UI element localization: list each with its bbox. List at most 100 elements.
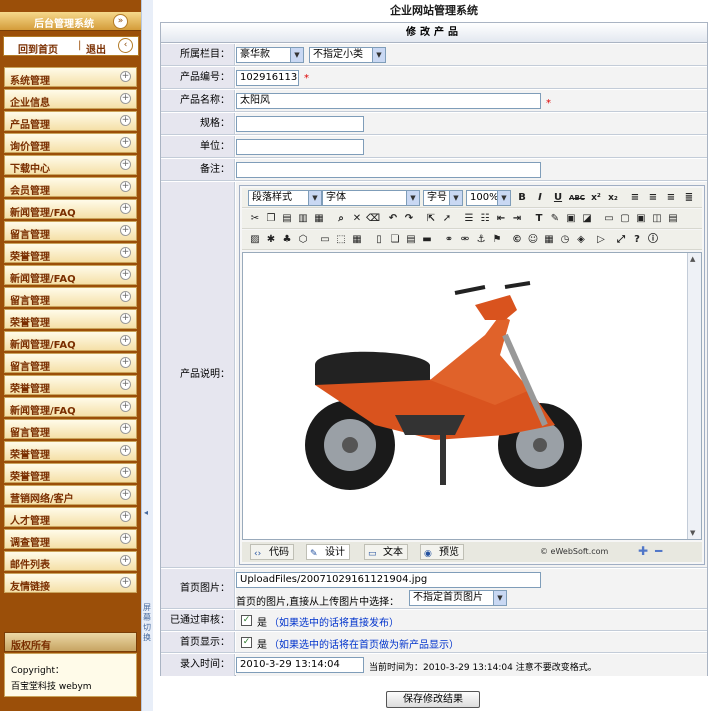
sidebar-menu-item[interactable]: 荣誉管理 + [4, 463, 137, 483]
expand-plus-icon[interactable]: + [120, 115, 131, 126]
zoom-select[interactable]: 100% ▼ [466, 190, 511, 206]
home-image-input[interactable]: UploadFiles/20071029161121904.jpg [236, 572, 541, 588]
insert-time-icon[interactable]: ◷ [558, 233, 572, 247]
about-icon[interactable]: ⓘ [646, 233, 660, 247]
cut-icon[interactable]: ✂ [248, 212, 262, 226]
insert-div-icon[interactable]: ⬚ [334, 233, 348, 247]
expand-plus-icon[interactable]: + [120, 225, 131, 236]
insert-date-icon[interactable]: ▦ [542, 233, 556, 247]
sidebar-menu-item[interactable]: 产品管理 + [4, 111, 137, 131]
superscript-icon[interactable]: x² [589, 191, 603, 205]
font-size-select[interactable]: 字号 ▼ [423, 190, 463, 206]
layer-icon[interactable]: ▣ [634, 212, 648, 226]
expand-plus-icon[interactable]: + [120, 203, 131, 214]
sidebar-menu-item[interactable]: 荣誉管理 + [4, 243, 137, 263]
expand-plus-icon[interactable]: + [120, 71, 131, 82]
sidebar-menu-item[interactable]: 询价管理 + [4, 133, 137, 153]
insert-grid-icon[interactable]: ▦ [350, 233, 364, 247]
expand-plus-icon[interactable]: + [120, 423, 131, 434]
bold-icon[interactable]: B [515, 191, 529, 205]
preview-mode-tab[interactable]: ◉ 预览 [420, 544, 464, 560]
expand-plus-icon[interactable]: + [120, 555, 131, 566]
editor-scrollbar[interactable]: ▲ ▼ [687, 253, 701, 539]
undo-icon[interactable]: ↶ [386, 212, 400, 226]
home-image-select[interactable]: 不指定首页图片 ▼ [409, 590, 507, 606]
align-right-icon[interactable]: ≡ [664, 191, 678, 205]
paste-text-icon[interactable]: ▥ [296, 212, 310, 226]
expand-plus-icon[interactable]: + [120, 577, 131, 588]
subscript-icon[interactable]: x₂ [606, 191, 620, 205]
expand-plus-icon[interactable]: + [120, 137, 131, 148]
sidebar-menu-item[interactable]: 营销网络/客户 + [4, 485, 137, 505]
text-color-icon[interactable]: T [532, 212, 546, 226]
paste-icon[interactable]: ▤ [280, 212, 294, 226]
design-mode-tab[interactable]: ✎ 设计 [306, 544, 350, 560]
border-icon[interactable]: ▤ [666, 212, 680, 226]
box-icon[interactable]: ◫ [650, 212, 664, 226]
insert-media-icon[interactable]: ♣ [280, 233, 294, 247]
insert-flash-icon[interactable]: ✱ [264, 233, 278, 247]
expand-plus-icon[interactable]: + [120, 335, 131, 346]
logout-link[interactable]: 退出 [86, 41, 106, 56]
screen-switch-label[interactable]: 屏幕切换 [143, 603, 153, 643]
insert-list-icon[interactable]: ▤ [404, 233, 418, 247]
sidebar-menu-item[interactable]: 荣誉管理 + [4, 375, 137, 395]
sidebar-menu-item[interactable]: 新闻管理/FAQ + [4, 397, 137, 417]
sidebar-menu-item[interactable]: 友情链接 + [4, 573, 137, 593]
paragraph-style-select[interactable]: 段落样式 ▼ [248, 190, 322, 206]
sidebar-menu-item[interactable]: 荣誉管理 + [4, 309, 137, 329]
insert-page-icon[interactable]: ▯ [372, 233, 386, 247]
sidebar-menu-item[interactable]: 邮件列表 + [4, 551, 137, 571]
zoom-out-icon[interactable]: ━ [655, 544, 662, 558]
sidebar-menu-item[interactable]: 下载中心 + [4, 155, 137, 175]
unordered-list-icon[interactable]: ☷ [478, 212, 492, 226]
page-break-icon[interactable]: ▷ [594, 233, 608, 247]
indent-icon[interactable]: ⇥ [510, 212, 524, 226]
expand-plus-icon[interactable]: + [120, 401, 131, 412]
approved-checkbox[interactable]: ✓ [241, 615, 252, 626]
unit-input[interactable] [236, 139, 364, 155]
expand-plus-icon[interactable]: + [120, 291, 131, 302]
italic-icon[interactable]: I [533, 191, 547, 205]
collapse-arrow-icon[interactable]: ◂ [144, 508, 148, 517]
find-icon[interactable]: ⌕ [334, 212, 348, 226]
expand-plus-icon[interactable]: + [120, 269, 131, 280]
sidebar-menu-item[interactable]: 新闻管理/FAQ + [4, 331, 137, 351]
outdent-icon[interactable]: ⇤ [494, 212, 508, 226]
pointer-icon[interactable]: ➚ [440, 212, 454, 226]
expand-plus-icon[interactable]: + [120, 379, 131, 390]
insert-image-icon[interactable]: ▨ [248, 233, 262, 247]
subcategory-select[interactable]: 不指定小类 ▼ [309, 47, 386, 63]
expand-plus-icon[interactable]: + [120, 445, 131, 456]
remark-input[interactable] [236, 162, 541, 178]
scroll-down-icon[interactable]: ▼ [690, 529, 695, 537]
insert-bookmark-icon[interactable]: ⚑ [490, 233, 504, 247]
highlight-icon[interactable]: ✎ [548, 212, 562, 226]
strikethrough-icon[interactable]: ABC [567, 191, 587, 205]
help-icon[interactable]: ? [630, 233, 644, 247]
expand-plus-icon[interactable]: + [120, 159, 131, 170]
product-code-input[interactable]: 1029161131 [236, 70, 299, 86]
align-center-icon[interactable]: ≡ [646, 191, 660, 205]
fill-icon[interactable]: ◪ [580, 212, 594, 226]
table-icon[interactable]: ▭ [602, 212, 616, 226]
spec-input[interactable] [236, 116, 364, 132]
homepage-checkbox[interactable]: ✓ [241, 637, 252, 648]
expand-plus-icon[interactable]: + [120, 489, 131, 500]
collapse-sidebar-icon[interactable]: » [113, 14, 128, 29]
sidebar-menu-item[interactable]: 调查管理 + [4, 529, 137, 549]
insert-line-icon[interactable]: ▬ [420, 233, 434, 247]
sidebar-menu-item[interactable]: 荣誉管理 + [4, 441, 137, 461]
back-icon[interactable]: ‹ [118, 38, 133, 53]
screen-switch-bar[interactable]: ◂ 屏幕切换 [141, 0, 153, 711]
ordered-list-icon[interactable]: ☰ [462, 212, 476, 226]
expand-plus-icon[interactable]: + [120, 313, 131, 324]
select-all-icon[interactable]: ⇱ [424, 212, 438, 226]
scroll-up-icon[interactable]: ▲ [690, 255, 695, 263]
zoom-in-icon[interactable]: ✚ [638, 544, 648, 558]
frame-icon[interactable]: ▢ [618, 212, 632, 226]
sidebar-menu-item[interactable]: 会员管理 + [4, 177, 137, 197]
text-mode-tab[interactable]: ▭ 文本 [364, 544, 408, 560]
expand-plus-icon[interactable]: + [120, 467, 131, 478]
align-left-icon[interactable]: ≡ [628, 191, 642, 205]
